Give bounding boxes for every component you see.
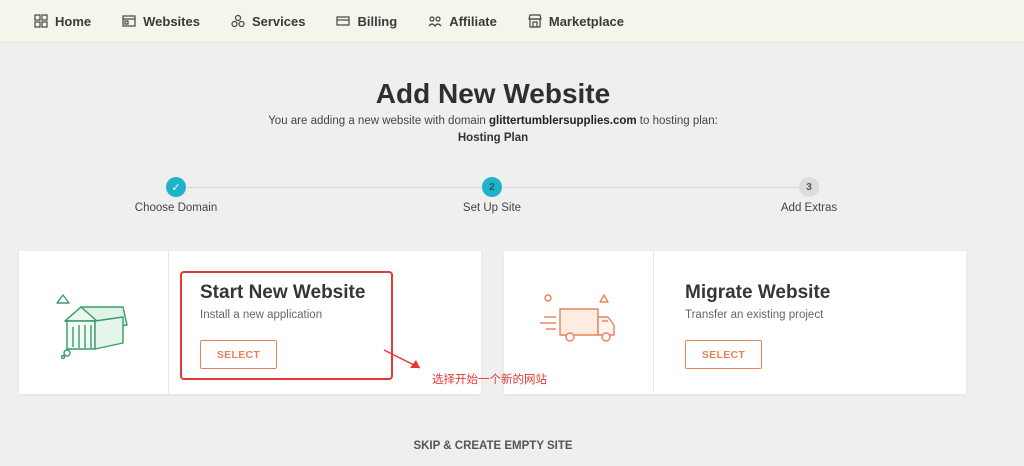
migrate-card-desc: Transfer an existing project (685, 309, 824, 321)
step-connector (187, 187, 483, 188)
nav-services-label: Services (251, 13, 306, 29)
page-subtitle: You are adding a new website with domain… (0, 115, 986, 127)
subtitle-suffix: to hosting plan: (639, 115, 718, 127)
highlight-box (180, 271, 393, 380)
subtitle-prefix: You are adding a new website with domain (268, 115, 486, 127)
step-2-number: 2 (482, 177, 502, 197)
nav-billing-label: Billing (357, 13, 398, 29)
step-2-label: Set Up Site (462, 202, 522, 214)
nav-affiliate-label: Affiliate (449, 13, 497, 29)
nav-websites[interactable]: Websites (122, 14, 200, 29)
step-3-number: 3 (799, 177, 819, 197)
nav-marketplace-label: Marketplace (548, 13, 625, 29)
nav-services[interactable]: Services (231, 13, 306, 29)
nav-home[interactable]: Home (34, 14, 91, 29)
top-nav: Home Websites Services Billing Affiliate… (0, 0, 1024, 43)
grid-icon (34, 14, 48, 28)
nav-billing[interactable]: Billing (336, 14, 397, 29)
step-1-label: Choose Domain (134, 202, 218, 214)
nav-websites-label: Websites (143, 13, 200, 29)
nav-affiliate[interactable]: Affiliate (428, 14, 497, 29)
skip-create-empty-site-link[interactable]: SKIP & CREATE EMPTY SITE (0, 440, 986, 452)
page-title: Add New Website (375, 78, 611, 109)
nav-marketplace[interactable]: Marketplace (528, 14, 624, 29)
browser-icon (122, 15, 136, 27)
services-icon (231, 14, 245, 28)
domain-name: glittertumblersupplies.com (488, 115, 637, 127)
migrate-website-card[interactable]: Migrate Website Transfer an existing pro… (504, 251, 966, 394)
affiliate-icon (428, 16, 442, 27)
nav-home-label: Home (55, 13, 92, 29)
card-icon (336, 16, 351, 26)
store-icon (528, 14, 542, 28)
step-connector (503, 187, 799, 188)
migrate-select-button[interactable]: SELECT (685, 340, 762, 369)
plan-name: Hosting Plan (457, 132, 529, 144)
card-icon-area (19, 251, 169, 394)
annotation-arrow-icon (383, 349, 421, 369)
step-3-label: Add Extras (780, 202, 838, 214)
house-icon (56, 294, 128, 360)
migrate-card-title: Migrate Website (685, 282, 831, 303)
annotation-text: 选择开始一个新的网站 (432, 374, 547, 386)
step-1-check-icon: ✓ (166, 177, 186, 197)
